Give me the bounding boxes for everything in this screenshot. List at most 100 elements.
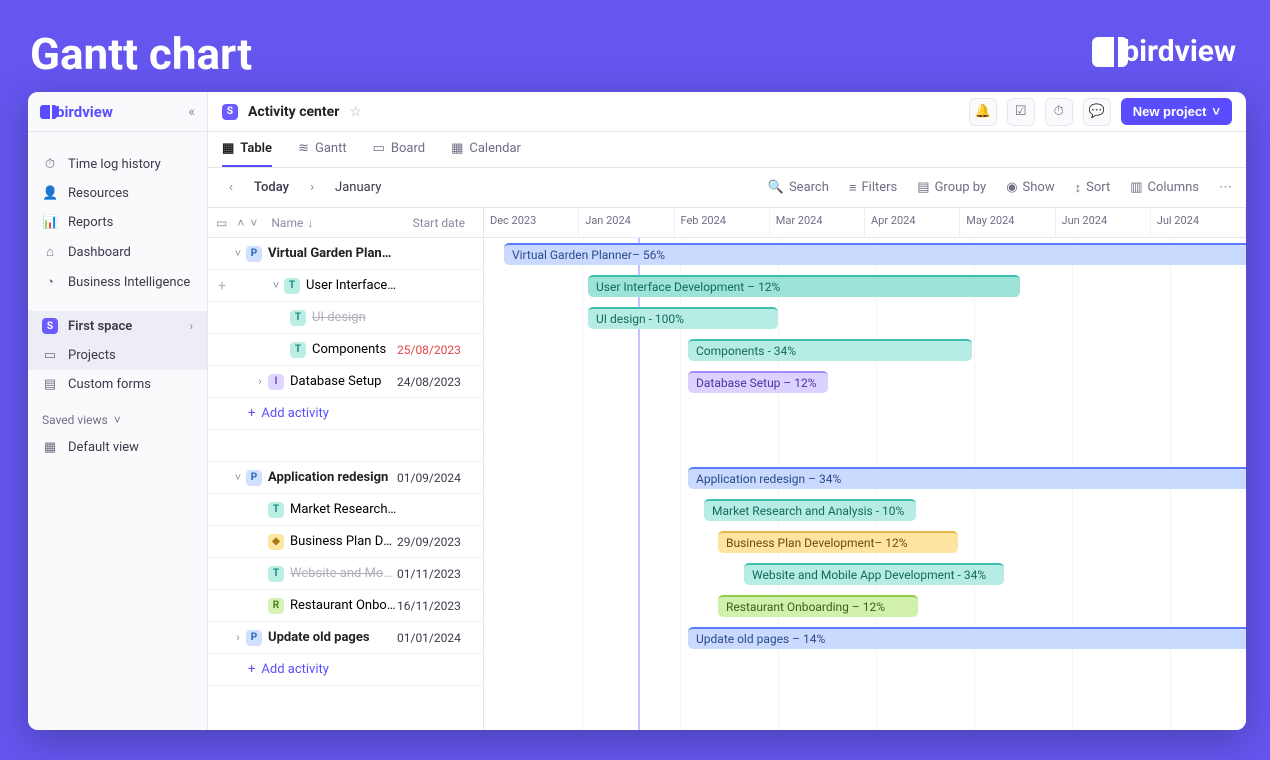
checklist-icon[interactable]: ☑ (1007, 98, 1035, 126)
tree-row[interactable]: ˅PVirtual Garden Planner (208, 238, 483, 270)
gantt-bar[interactable]: Virtual Garden Planner– 56% (504, 243, 1246, 265)
table-icon: ▦ (222, 141, 234, 156)
brand-glyph-icon (1092, 37, 1114, 67)
sidebar-item-custom-forms[interactable]: ▤Custom forms (28, 370, 207, 399)
person-icon: 👤 (42, 186, 58, 201)
gantt-bar[interactable]: Business Plan Development– 12% (718, 531, 958, 553)
chevron-icon[interactable]: › (252, 375, 268, 388)
calendar-icon: ▦ (451, 141, 463, 156)
tab-gantt[interactable]: ≋Gantt (298, 132, 347, 167)
tree-row[interactable]: ◆Business Plan Development29/09/2023 (208, 526, 483, 558)
expand-down-icon[interactable]: ˅ (250, 216, 257, 230)
row-name: Update old pages (268, 630, 397, 645)
tree-rows: ˅PVirtual Garden Planner+˅TUser Interfac… (208, 238, 483, 730)
sort-button[interactable]: ↕Sort (1075, 180, 1111, 196)
bookmark-icon[interactable]: ☆ (349, 104, 362, 120)
tree-row[interactable]: T Website and Mobile App Development01/11… (208, 558, 483, 590)
view-tabs: ▦Table ≋Gantt ▭Board ▦Calendar (208, 132, 1246, 168)
type-badge-icon: T (268, 566, 284, 582)
add-icon[interactable]: + (214, 278, 230, 294)
gantt-bar[interactable]: Components - 34% (688, 339, 972, 361)
sidebar-item-bi[interactable]: ◔Business Intelligence (28, 267, 207, 297)
grid-icon: ▦ (42, 440, 58, 455)
tree-row[interactable]: TMarket Research and Analysis (208, 494, 483, 526)
tree-column: ▭ ˄ ˅ Name↓ Start date ˅PVirtual Garden P… (208, 208, 484, 730)
prev-icon[interactable]: ‹ (222, 180, 240, 195)
select-all-icon[interactable]: ▭ (216, 216, 227, 230)
timeline[interactable]: Dec 2023Jan 2024Feb 2024Mar 2024Apr 2024… (484, 208, 1246, 730)
gantt-bar[interactable]: Database Setup – 12% (688, 371, 828, 393)
sort-desc-icon: ↓ (307, 216, 313, 230)
month-header: Apr 2024 (865, 208, 960, 237)
groupby-button[interactable]: ▤Group by (917, 180, 986, 195)
sidebar-item-resources[interactable]: 👤Resources (28, 179, 207, 208)
add-activity-label: Add activity (261, 662, 329, 677)
clock-icon: ⏱ (42, 157, 58, 172)
sidebar-item-timelog[interactable]: ⏱Time log history (28, 150, 207, 179)
timer-icon[interactable]: ⏱ (1045, 98, 1073, 126)
toolbar: ‹ Today › January 🔍Search ≡Filters ▤Grou… (208, 168, 1246, 208)
month-label[interactable]: January (335, 180, 381, 195)
tree-row[interactable]: TComponents25/08/2023 (208, 334, 483, 366)
gantt-bar[interactable]: Application redesign – 34% (688, 467, 1246, 489)
saved-views-toggle[interactable]: Saved views˅ (28, 399, 207, 433)
tree-row[interactable]: +˅TUser Interface Development (208, 270, 483, 302)
chevron-right-icon: › (189, 319, 193, 333)
add-activity-button[interactable]: + Add activity (208, 654, 483, 686)
chevron-icon[interactable]: ˅ (230, 247, 246, 260)
row-date: 01/11/2023 (397, 567, 477, 581)
type-badge-icon: I (268, 374, 284, 390)
sidebar-nav: ⏱Time log history 👤Resources 📊Reports ⌂D… (28, 132, 207, 303)
tree-row[interactable]: ˅PApplication redesign01/09/2024 (208, 462, 483, 494)
app-window: birdview « ⏱Time log history 👤Resources … (28, 92, 1246, 730)
sidebar-item-label: Default view (68, 440, 139, 455)
type-badge-icon: T (290, 310, 306, 326)
col-name[interactable]: Name↓ (271, 216, 313, 230)
tree-row[interactable]: TUI design (208, 302, 483, 334)
chevron-icon[interactable]: ˅ (268, 279, 284, 292)
gantt-bar[interactable]: Website and Mobile App Development - 34% (744, 563, 1004, 585)
month-header: May 2024 (960, 208, 1055, 237)
brand-small[interactable]: birdview (40, 103, 113, 121)
chat-icon[interactable]: 💬 (1083, 98, 1111, 126)
expand-up-icon[interactable]: ˄ (237, 216, 244, 230)
show-button[interactable]: ◉Show (1006, 180, 1054, 195)
gantt-bar[interactable]: Update old pages – 14% (688, 627, 1246, 649)
add-activity-button[interactable]: +Add activity (208, 398, 483, 430)
more-icon[interactable]: ⋯ (1219, 180, 1232, 195)
sidebar-item-reports[interactable]: 📊Reports (28, 208, 207, 237)
sidebar-item-first-space[interactable]: S First space › (28, 311, 207, 341)
gantt-bar[interactable]: Restaurant Onboarding – 12% (718, 595, 918, 617)
sidebar-item-projects[interactable]: ▭Projects (28, 341, 207, 370)
tab-table[interactable]: ▦Table (222, 132, 272, 167)
tree-row[interactable]: ›PUpdate old pages01/01/2024 (208, 622, 483, 654)
chevron-icon[interactable]: › (230, 631, 246, 644)
brand-glyph-icon (40, 105, 50, 119)
sidebar-collapse-icon[interactable]: « (188, 104, 195, 120)
gantt-bar[interactable]: UI design - 100% (588, 307, 778, 329)
new-project-button[interactable]: New project˅ (1121, 98, 1232, 125)
tab-calendar[interactable]: ▦Calendar (451, 132, 521, 167)
sidebar-item-label: Reports (68, 215, 113, 230)
gantt-bar[interactable]: Market Research and Analysis - 10% (704, 499, 916, 521)
tree-row[interactable]: RRestaurant Onboarding16/11/2023 (208, 590, 483, 622)
space-badge-icon: S (222, 104, 238, 120)
columns-button[interactable]: ▥Columns (1130, 180, 1199, 195)
col-startdate[interactable]: Start date (413, 216, 475, 230)
sort-icon: ↕ (1075, 180, 1082, 196)
gantt-bar[interactable]: User Interface Development – 12% (588, 275, 1020, 297)
plus-icon: + (248, 662, 255, 677)
sidebar-item-default-view[interactable]: ▦ Default view (28, 433, 207, 462)
bell-icon[interactable]: 🔔 (969, 98, 997, 126)
chevron-icon[interactable]: ˅ (230, 471, 246, 484)
today-button[interactable]: Today (254, 180, 289, 195)
tab-board[interactable]: ▭Board (373, 132, 426, 167)
tree-row[interactable]: ›IDatabase Setup24/08/2023 (208, 366, 483, 398)
next-icon[interactable]: › (303, 180, 321, 195)
search-button[interactable]: 🔍Search (768, 180, 829, 195)
content-split: ▭ ˄ ˅ Name↓ Start date ˅PVirtual Garden P… (208, 208, 1246, 730)
sidebar-item-dashboard[interactable]: ⌂Dashboard (28, 237, 207, 267)
row-name: Website and Mobile App Development (290, 566, 397, 581)
gantt-icon: ≋ (298, 141, 309, 156)
filters-button[interactable]: ≡Filters (849, 180, 897, 196)
